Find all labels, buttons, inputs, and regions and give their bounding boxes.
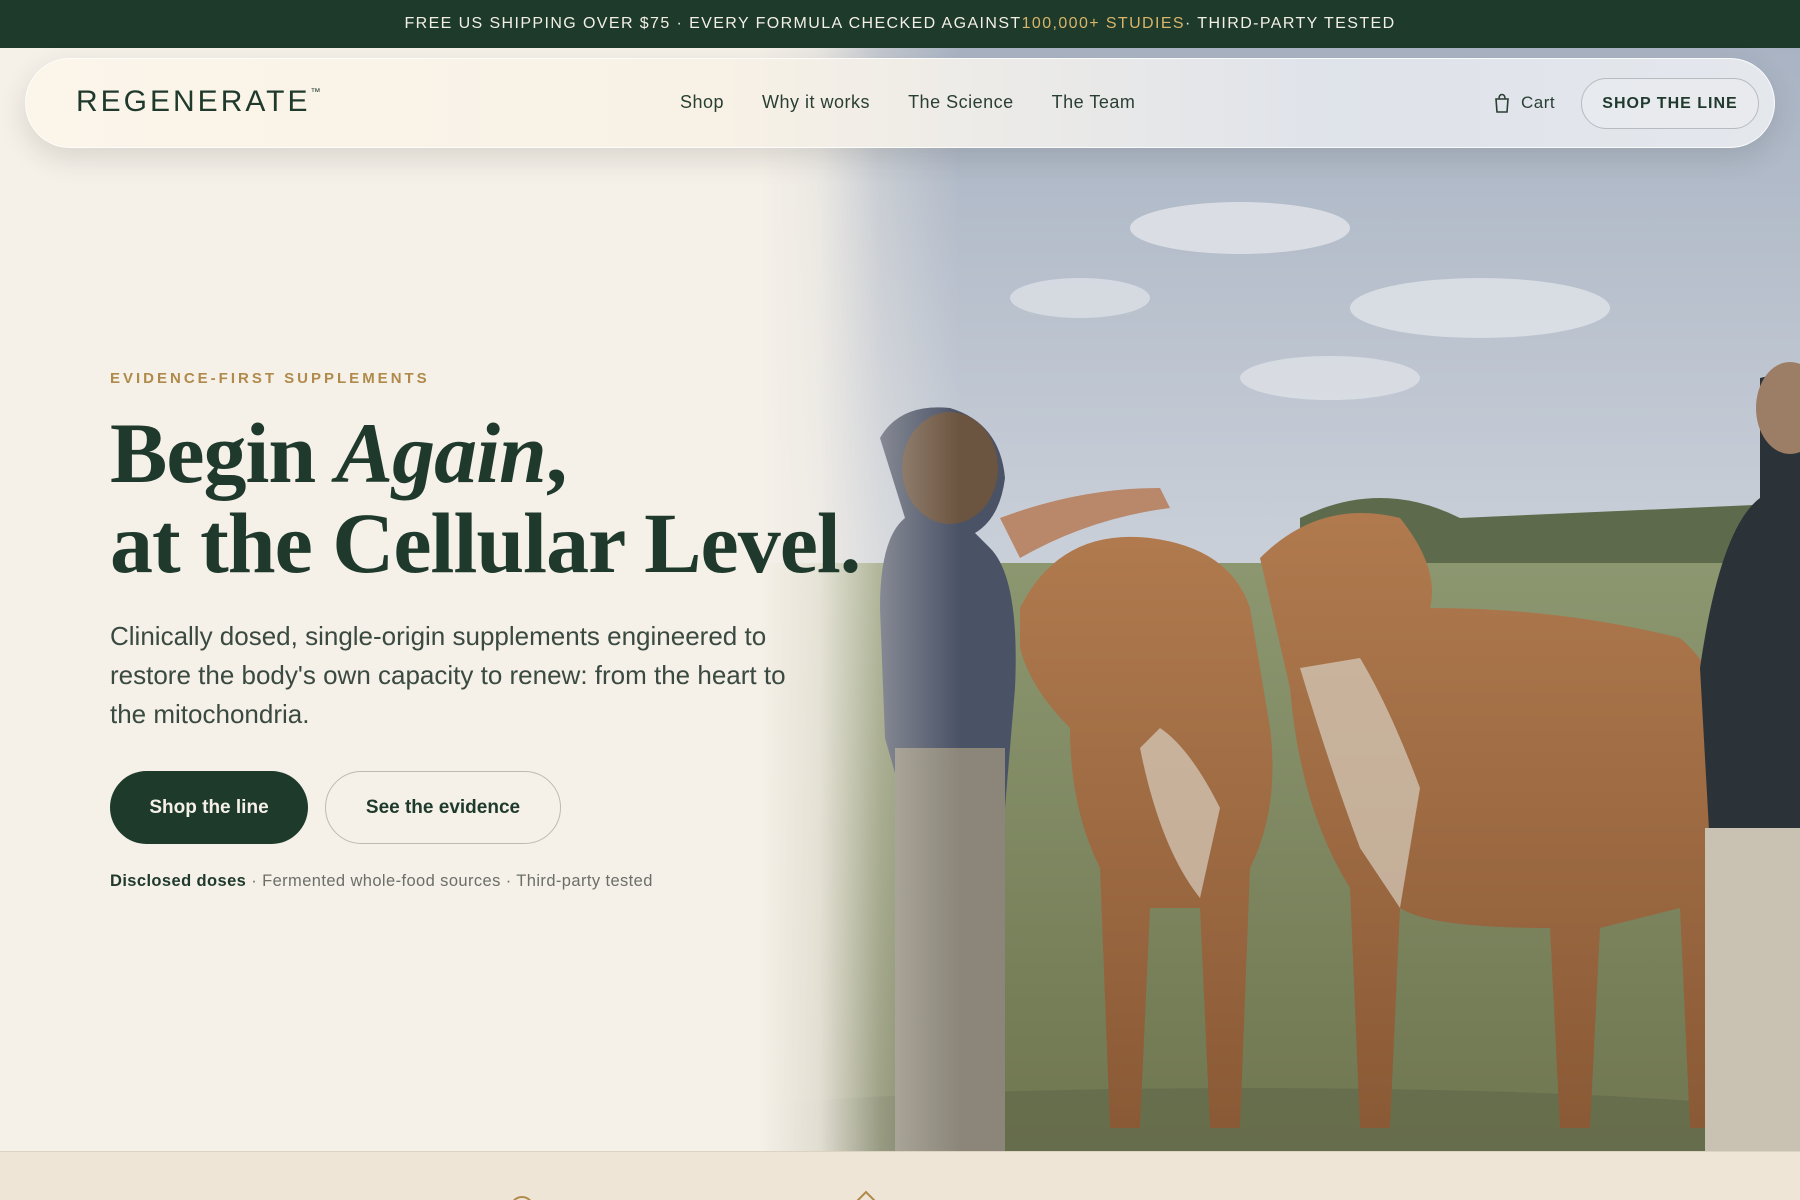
feature-rest: · Fermented whole-food sources · Third-p…	[246, 872, 653, 890]
headline-line2: at the Cellular Level.	[110, 495, 861, 591]
see-evidence-button[interactable]: See the evidence	[325, 771, 561, 844]
nav-link-the-science[interactable]: The Science	[908, 92, 1014, 113]
trademark-symbol: ™	[310, 87, 321, 98]
hero-headline: Begin Again, at the Cellular Level.	[110, 405, 861, 591]
announcement-text: FREE US SHIPPING OVER $75 · EVERY FORMUL…	[404, 15, 1022, 32]
headline-start: Begin	[110, 405, 336, 501]
hero-eyebrow: EVIDENCE-FIRST SUPPLEMENTS	[110, 370, 430, 387]
hero-subtext: Clinically dosed, single-origin suppleme…	[110, 621, 786, 729]
nav-links: Shop Why it works The Science The Team	[680, 92, 1135, 113]
announcement-bar: FREE US SHIPPING OVER $75 · EVERY FORMUL…	[0, 0, 1800, 48]
nav-link-shop[interactable]: Shop	[680, 92, 724, 113]
brand-name: REGENERATE	[76, 85, 311, 118]
diamond-icon	[854, 1190, 878, 1200]
main-navigation: REGENERATE™ Shop Why it works The Scienc…	[25, 58, 1775, 148]
cart-label: Cart	[1521, 93, 1556, 112]
hero-fade-overlay	[0, 48, 1800, 1151]
circle-icon	[510, 1196, 534, 1200]
feature-disclosed-doses: Disclosed doses	[110, 872, 247, 890]
shop-the-line-nav-button[interactable]: SHOP THE LINE	[1581, 78, 1759, 129]
shop-the-line-button[interactable]: Shop the line	[110, 771, 308, 844]
next-section-peek	[0, 1151, 1800, 1200]
hero-section: EVIDENCE-FIRST SUPPLEMENTS Begin Again, …	[0, 48, 1800, 1151]
headline-italic: Again	[335, 405, 547, 501]
bag-icon	[1495, 93, 1509, 113]
headline-comma: ,	[545, 405, 567, 501]
feature-list: Disclosed doses · Fermented whole-food s…	[110, 872, 653, 891]
announcement-text-end: · THIRD-PARTY TESTED	[1184, 15, 1396, 32]
announcement-highlight: 100,000+ STUDIES	[1021, 15, 1185, 32]
brand-logo[interactable]: REGENERATE™	[76, 85, 320, 119]
nav-link-why-it-works[interactable]: Why it works	[762, 92, 870, 113]
nav-link-the-team[interactable]: The Team	[1052, 92, 1136, 113]
cart-link[interactable]: Cart	[1493, 93, 1555, 113]
